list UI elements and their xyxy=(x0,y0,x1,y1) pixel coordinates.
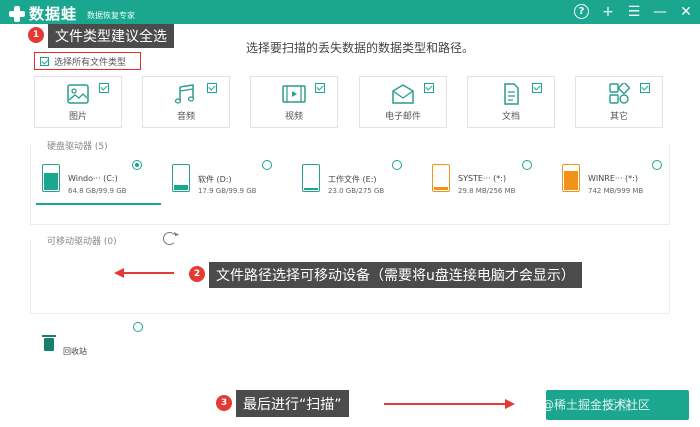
close-icon[interactable]: ✕ xyxy=(676,2,696,22)
email-icon xyxy=(392,84,414,104)
select-all-checkbox[interactable]: 选择所有文件类型 xyxy=(34,52,141,70)
arrow-right-icon xyxy=(505,399,515,409)
file-type-video[interactable]: 视频 xyxy=(250,76,338,128)
disk-name: WINRE··· (*:) xyxy=(588,174,638,183)
menu-icon[interactable]: ☰ xyxy=(624,2,644,22)
disk-item-c[interactable]: Windo··· (C:) 64.8 GB/99.9 GB xyxy=(36,160,161,205)
file-type-label: 音频 xyxy=(176,112,195,122)
disk-size: 29.8 MB/256 MB xyxy=(458,187,516,195)
file-type-email[interactable]: 电子邮件 xyxy=(359,76,447,128)
removable-drive-title: 可移动驱动器 (0) xyxy=(44,234,120,247)
hard-drive-title: 硬盘驱动器 (5) xyxy=(44,139,111,152)
annotation-tip-2: 文件路径选择可移动设备（需要将u盘连接电脑才会显示） xyxy=(209,262,582,288)
checkbox-icon xyxy=(207,83,217,93)
file-type-document[interactable]: 文档 xyxy=(467,76,555,128)
disk-e-radio[interactable] xyxy=(392,160,402,170)
annotation-tip-1: 文件类型建议全选 xyxy=(48,24,174,48)
minimize-icon[interactable]: — xyxy=(650,2,670,22)
file-type-other[interactable]: 其它 xyxy=(575,76,663,128)
annotation-badge-1: 1 xyxy=(28,27,44,43)
other-icon xyxy=(609,83,630,104)
checkbox-icon xyxy=(424,83,434,93)
drive-icon xyxy=(562,164,580,192)
checkbox-icon xyxy=(532,83,542,93)
disk-system-radio[interactable] xyxy=(522,160,532,170)
recycle-bin-label: 回收站 xyxy=(63,347,87,356)
disk-name: 软件 (D:) xyxy=(198,175,232,184)
image-icon xyxy=(67,84,89,104)
title-bar: 数据蛙 数据恢复专家 ? + ☰ — ✕ xyxy=(0,0,700,24)
file-type-label: 视频 xyxy=(284,112,303,122)
window-controls: ? + ☰ — ✕ xyxy=(574,2,696,22)
file-type-audio[interactable]: 音频 xyxy=(142,76,230,128)
app-logo: 数据蛙 数据恢复专家 xyxy=(8,3,135,24)
help-icon[interactable]: ? xyxy=(574,4,589,19)
disk-size: 64.8 GB/99.9 GB xyxy=(68,187,127,195)
disk-d-radio[interactable] xyxy=(262,160,272,170)
drive-icon xyxy=(432,164,450,192)
document-icon xyxy=(504,83,519,105)
annotation-badge-3: 3 xyxy=(216,395,232,411)
select-all-label: 选择所有文件类型 xyxy=(54,57,127,68)
scan-button-label: 扫描 xyxy=(603,398,632,414)
drive-icon xyxy=(302,164,320,192)
disk-c-radio[interactable] xyxy=(132,160,142,170)
disk-name: Windo··· (C:) xyxy=(68,174,118,183)
refresh-icon[interactable] xyxy=(163,232,176,245)
checkbox-icon xyxy=(315,83,325,93)
cross-logo-icon xyxy=(8,5,26,23)
drive-icon xyxy=(42,164,60,192)
checkbox-icon xyxy=(640,83,650,93)
disk-item-system[interactable]: SYSTE··· (*:) 29.8 MB/256 MB xyxy=(426,160,551,205)
annotation-arrow-3 xyxy=(384,403,506,405)
file-type-label: 电子邮件 xyxy=(384,112,421,122)
file-type-label: 图片 xyxy=(68,112,87,122)
app-name: 数据蛙 xyxy=(29,5,78,23)
music-icon xyxy=(174,84,195,104)
video-icon xyxy=(282,85,306,103)
scan-button[interactable]: 扫描 xyxy=(546,390,689,420)
annotation-arrow-2 xyxy=(122,272,174,274)
disk-item-winre[interactable]: WINRE··· (*:) 742 MB/999 MB xyxy=(556,160,681,205)
file-type-label: 文档 xyxy=(501,112,520,122)
file-type-image[interactable]: 图片 xyxy=(34,76,122,128)
disk-size: 23.0 GB/275 GB xyxy=(328,187,385,195)
checkbox-icon xyxy=(99,83,109,93)
disk-item-d[interactable]: 软件 (D:) 17.9 GB/99.9 GB xyxy=(166,160,291,205)
disk-item-e[interactable]: 工作文件 (E:) 23.0 GB/275 GB xyxy=(296,160,421,205)
annotation-tip-3: 最后进行“扫描” xyxy=(236,390,349,417)
drive-icon xyxy=(172,164,190,192)
recycle-bin-radio[interactable] xyxy=(133,322,143,332)
disk-winre-radio[interactable] xyxy=(652,160,662,170)
disk-size: 17.9 GB/99.9 GB xyxy=(198,187,257,195)
trash-icon xyxy=(42,335,56,351)
annotation-badge-2: 2 xyxy=(189,266,205,282)
add-icon[interactable]: + xyxy=(598,2,618,22)
disk-name: SYSTE··· (*:) xyxy=(458,174,507,183)
file-type-label: 其它 xyxy=(609,112,628,122)
checkbox-icon xyxy=(40,56,49,66)
disk-name: 工作文件 (E:) xyxy=(328,175,377,184)
disk-size: 742 MB/999 MB xyxy=(588,187,644,195)
app-subtitle: 数据恢复专家 xyxy=(87,10,136,20)
